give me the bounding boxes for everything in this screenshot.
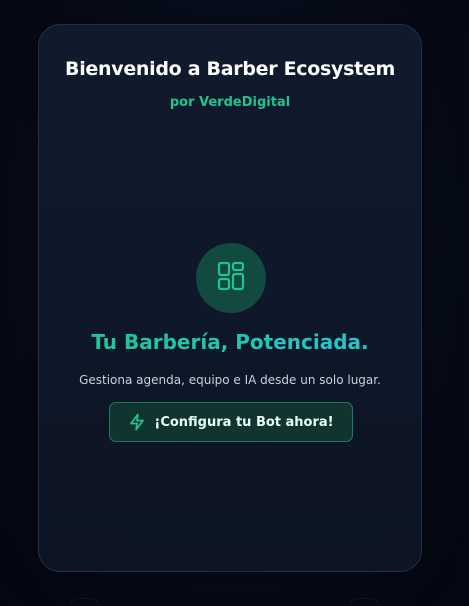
dashboard-icon-badge: [196, 243, 266, 313]
page: Bienvenido a Barber Ecosystem por VerdeD…: [0, 0, 469, 606]
welcome-title: Bienvenido a Barber Ecosystem: [65, 58, 395, 80]
brand-subtitle: por VerdeDigital: [169, 95, 291, 110]
lightning-bolt-icon: [128, 413, 146, 431]
bottom-nav-shape: [350, 598, 380, 606]
dashboard-grid-icon: [215, 260, 247, 296]
configure-bot-label: ¡Configura tu Bot ahora!: [154, 414, 334, 430]
bottom-nav-hint: [60, 598, 390, 606]
bottom-nav-shape: [70, 598, 100, 606]
welcome-card: Bienvenido a Barber Ecosystem por VerdeD…: [38, 24, 422, 572]
hero-headline: Tu Barbería, Potenciada.: [39, 330, 421, 354]
configure-bot-button[interactable]: ¡Configura tu Bot ahora!: [109, 402, 353, 442]
hero-description: Gestiona agenda, equipo e IA desde un so…: [79, 373, 381, 387]
